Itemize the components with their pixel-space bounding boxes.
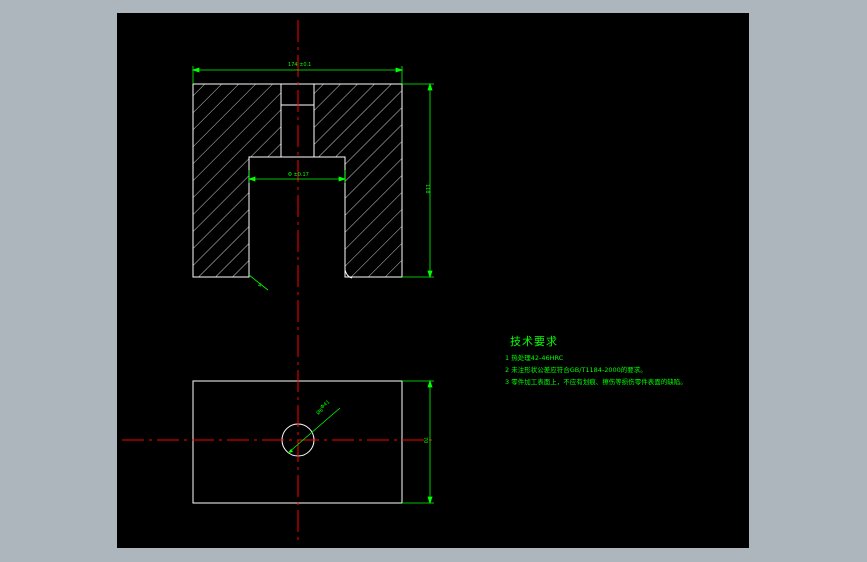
hole-leader bbox=[287, 407, 341, 454]
cad-drawing: 174 ±0.1 Φ ±0.17 118 4 Φ41 Ø6 70 bbox=[122, 20, 434, 545]
tech-requirements-title: 技术要求 bbox=[510, 335, 558, 348]
section-hatch-left bbox=[192, 83, 282, 278]
dimension-slot-width-label: Φ ±0.17 bbox=[288, 172, 309, 178]
dimension-height-label: 118 bbox=[424, 184, 430, 194]
tech-requirement-line: 1 热处理42-46HRC bbox=[505, 354, 564, 362]
dimension-height bbox=[402, 82, 434, 279]
dimension-plan-height bbox=[402, 379, 434, 505]
tech-requirement-line: 2 未注形状公差应符合GB/T1184-2000的要求。 bbox=[505, 366, 647, 374]
dimension-top-width-label: 174 ±0.1 bbox=[288, 62, 311, 68]
dimension-plan-height-label: 70 bbox=[422, 437, 428, 443]
tech-requirement-line: 3 零件加工表面上，不应有划痕、擦伤等损伤零件表面的缺陷。 bbox=[505, 378, 687, 386]
chamfer-note: 4 bbox=[258, 283, 261, 289]
section-hatch-right bbox=[313, 83, 403, 278]
drawing-viewport[interactable]: 174 ±0.1 Φ ±0.17 118 4 Φ41 Ø6 70 技术要求 1 … bbox=[117, 13, 749, 548]
